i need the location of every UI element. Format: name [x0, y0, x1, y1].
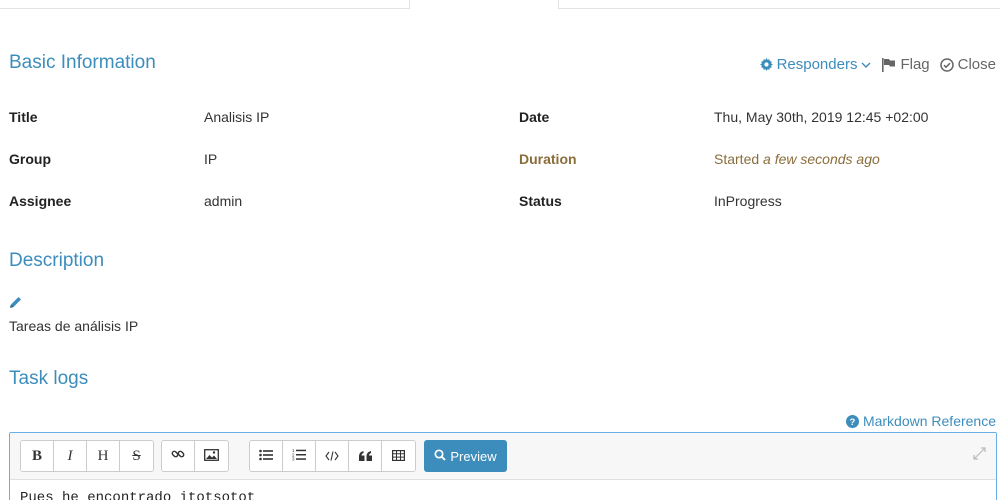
assignee-value: admin: [204, 193, 243, 209]
close-button[interactable]: Close: [939, 56, 996, 73]
link-icon: [171, 447, 185, 465]
editor-content[interactable]: Pues he encontrado itotsotot: [20, 490, 255, 500]
heading-button[interactable]: H: [87, 441, 120, 471]
responders-label: Responders: [776, 56, 858, 73]
quote-icon: [358, 448, 372, 465]
description-text: Tareas de análisis IP: [9, 318, 139, 334]
image-button[interactable]: [195, 441, 228, 471]
image-icon: [204, 448, 219, 465]
markdown-reference-label: Markdown Reference: [862, 413, 996, 429]
assignee-label: Assignee: [9, 193, 72, 209]
description-heading: Description: [9, 250, 105, 271]
list-ul-icon: [259, 448, 273, 465]
table-icon: [392, 448, 406, 465]
basic-information-heading: Basic Information: [9, 52, 156, 73]
search-icon: [434, 448, 447, 464]
code-button[interactable]: [316, 441, 349, 471]
list-ol-icon: 123: [292, 448, 306, 465]
bold-button[interactable]: B: [21, 441, 54, 471]
quote-button[interactable]: [349, 441, 382, 471]
ordered-list-button[interactable]: 123: [283, 441, 316, 471]
preview-button[interactable]: Preview: [424, 440, 507, 472]
header-actions: Responders Flag Close: [759, 56, 996, 73]
question-circle-icon: ?: [845, 414, 859, 428]
markdown-reference-link[interactable]: ? Markdown Reference: [845, 413, 996, 429]
close-label: Close: [957, 56, 996, 73]
tab-right[interactable]: [558, 0, 1000, 9]
title-label: Title: [9, 109, 38, 125]
chevron-down-icon: [861, 60, 871, 70]
flag-label: Flag: [900, 56, 930, 73]
block-button-group: 123: [249, 440, 416, 472]
tab-left[interactable]: [0, 0, 410, 9]
top-tab-strip: [0, 0, 1000, 10]
format-button-group: B I H S: [20, 440, 154, 472]
svg-text:?: ?: [850, 417, 856, 427]
date-value: Thu, May 30th, 2019 12:45 +02:00: [714, 109, 929, 125]
duration-value: Started a few seconds ago: [714, 151, 880, 167]
pencil-icon[interactable]: [9, 296, 22, 314]
unordered-list-button[interactable]: [250, 441, 283, 471]
flag-icon: [881, 57, 896, 72]
link-button[interactable]: [162, 441, 195, 471]
duration-label: Duration: [519, 151, 577, 167]
fullscreen-icon[interactable]: [973, 447, 986, 465]
code-icon: [325, 448, 339, 465]
responders-dropdown[interactable]: Responders: [759, 56, 872, 73]
check-circle-icon: [939, 57, 954, 72]
editor-toolbar: B I H S 123 Preview: [10, 433, 996, 480]
duration-relative-time: a few seconds ago: [763, 151, 880, 167]
markdown-editor[interactable]: B I H S 123 Preview Pues he encontrado i…: [9, 432, 997, 500]
task-logs-heading: Task logs: [9, 368, 89, 389]
group-label: Group: [9, 151, 51, 167]
preview-label: Preview: [450, 448, 497, 464]
status-label: Status: [519, 193, 562, 209]
table-button[interactable]: [382, 441, 415, 471]
flag-button[interactable]: Flag: [881, 56, 930, 73]
insert-button-group: [161, 440, 229, 472]
duration-prefix: Started: [714, 151, 760, 167]
group-value: IP: [204, 151, 218, 167]
italic-button[interactable]: I: [54, 441, 87, 471]
svg-text:3: 3: [292, 456, 295, 460]
strikethrough-button[interactable]: S: [120, 441, 153, 471]
gear-icon: [759, 58, 773, 71]
status-value: InProgress: [714, 193, 782, 209]
date-label: Date: [519, 109, 550, 125]
title-value: Analisis IP: [204, 109, 270, 125]
